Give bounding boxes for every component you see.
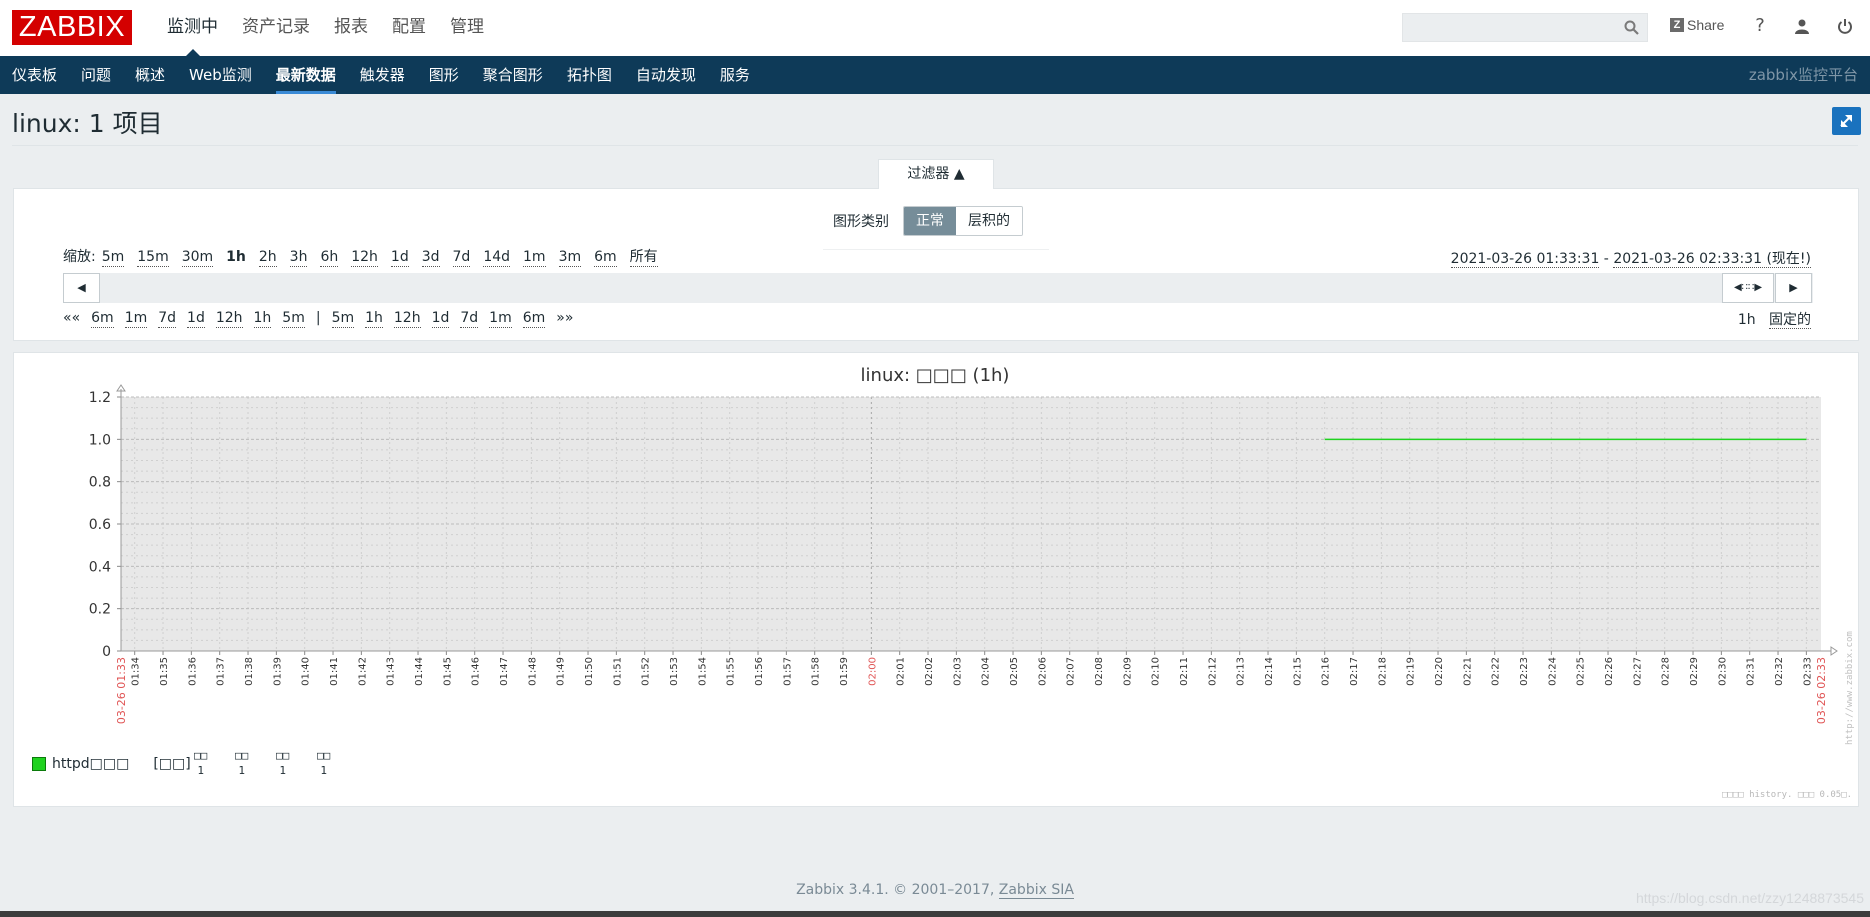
x-tick-label: 02:22 — [1491, 657, 1502, 686]
legend-stat-column: □□ 1 — [194, 748, 207, 778]
x-tick-label: 02:01 — [896, 657, 907, 686]
x-tick-label: 02:16 — [1321, 657, 1332, 686]
x-tick-label: 01:35 — [159, 657, 170, 686]
x-tick-label: 01:47 — [499, 657, 510, 686]
legend-item-name: httpd□□□ — [52, 756, 130, 772]
x-tick-label: 02:12 — [1207, 657, 1218, 686]
x-tick-label: 02:24 — [1547, 657, 1558, 686]
graph-footer-note: □□□□ history. □□□ 0.05□. — [1722, 790, 1853, 800]
x-tick-label: 02:08 — [1094, 657, 1105, 686]
y-tick-label: 0 — [102, 644, 111, 660]
stat-value: 1 — [279, 764, 286, 777]
x-tick-label: 02:23 — [1519, 657, 1530, 686]
x-tick-label: 01:52 — [641, 657, 652, 686]
x-tick-label: 02:21 — [1462, 657, 1473, 686]
x-tick-label: 01:43 — [386, 657, 397, 686]
x-tick-label: 01:59 — [839, 657, 850, 686]
x-tick-label: 01:51 — [612, 657, 623, 686]
x-tick-label: 01:40 — [301, 657, 312, 686]
footer-text: Zabbix 3.4.1. © 2001–2017, — [796, 882, 999, 898]
x-tick-label: 02:02 — [924, 657, 935, 686]
x-tick-label: 02:15 — [1292, 657, 1303, 686]
legend-stat-column: □□ 1 — [276, 748, 289, 778]
x-tick-label: 02:20 — [1434, 657, 1445, 686]
x-tick-label: 02:19 — [1406, 657, 1417, 686]
x-tick-label: 02:27 — [1632, 657, 1643, 686]
x-end-label: 03-26 02:33 — [1815, 657, 1828, 724]
x-tick-label: 02:00 — [867, 657, 878, 686]
x-tick-label: 02:32 — [1774, 657, 1785, 686]
graph-legend: httpd□□□ [□□] — [32, 756, 191, 772]
x-tick-label: 01:37 — [216, 657, 227, 686]
x-tick-label: 02:25 — [1576, 657, 1587, 686]
x-start-label: 03-26 01:33 — [115, 657, 128, 724]
csdn-watermark: https://blog.csdn.net/zzy1248873545 — [1635, 890, 1864, 906]
x-tick-label: 01:39 — [272, 657, 283, 686]
graph-chart[interactable]: 01:34 01:35 01:36 01:37 01:38 01:39 01:40 01:41… — [0, 0, 1870, 820]
y-tick-label: 0.6 — [89, 517, 111, 533]
x-tick-label: 02:07 — [1066, 657, 1077, 686]
x-tick-label: 02:30 — [1717, 657, 1728, 686]
x-tick-label: 02:28 — [1661, 657, 1672, 686]
x-tick-label: 01:58 — [811, 657, 822, 686]
x-tick-label: 01:50 — [584, 657, 595, 686]
x-tick-label: 01:34 — [131, 657, 142, 686]
x-tick-label: 02:13 — [1236, 657, 1247, 686]
stat-header: □□ — [317, 749, 331, 762]
stat-header: □□ — [276, 749, 290, 762]
x-tick-label: 01:54 — [697, 657, 708, 686]
x-tick-label: 01:57 — [782, 657, 793, 686]
y-tick-label: 0.2 — [89, 602, 111, 618]
footer-link[interactable]: Zabbix SIA — [998, 882, 1074, 899]
x-tick-label: 01:55 — [726, 657, 737, 686]
x-tick-label: 02:04 — [981, 657, 992, 686]
x-tick-label: 01:36 — [187, 657, 198, 686]
x-tick-label: 01:46 — [471, 657, 482, 686]
x-tick-label: 02:05 — [1009, 657, 1020, 686]
x-tick-label: 02:14 — [1264, 657, 1275, 686]
legend-function: [□□] — [153, 756, 191, 772]
legend-stat-column: □□ 1 — [317, 748, 330, 778]
x-tick-label: 01:48 — [527, 657, 538, 686]
x-tick-label: 01:56 — [754, 657, 765, 686]
y-tick-label: 1.0 — [89, 432, 111, 448]
x-tick-label: 02:10 — [1151, 657, 1162, 686]
stat-value: 1 — [197, 764, 204, 777]
x-tick-label: 01:44 — [414, 657, 425, 686]
x-tick-label: 02:18 — [1377, 657, 1388, 686]
x-tick-label: 02:33 — [1802, 657, 1813, 686]
x-tick-label: 02:09 — [1122, 657, 1133, 686]
bottom-bar — [0, 911, 1870, 917]
x-tick-label: 02:11 — [1179, 657, 1190, 686]
stat-header: □□ — [194, 749, 208, 762]
x-tick-label: 02:06 — [1037, 657, 1048, 686]
x-tick-label: 02:03 — [952, 657, 963, 686]
x-tick-label: 01:41 — [329, 657, 340, 686]
x-tick-label: 02:26 — [1604, 657, 1615, 686]
page-footer: Zabbix 3.4.1. © 2001–2017, Zabbix SIA — [0, 882, 1870, 899]
y-tick-label: 1.2 — [89, 390, 111, 406]
stat-header: □□ — [235, 749, 249, 762]
x-tick-label: 01:45 — [442, 657, 453, 686]
stat-value: 1 — [320, 764, 327, 777]
y-tick-label: 0.4 — [89, 559, 111, 575]
graph-watermark: http://www.zabbix.com — [1845, 631, 1855, 745]
x-tick-label: 01:42 — [357, 657, 368, 686]
y-tick-label: 0.8 — [89, 475, 111, 491]
x-tick-label: 01:49 — [556, 657, 567, 686]
legend-stat-column: □□ 1 — [235, 748, 248, 778]
x-tick-label: 01:53 — [669, 657, 680, 686]
legend-color-swatch — [32, 757, 46, 771]
stat-value: 1 — [238, 764, 245, 777]
x-axis-arrow — [1830, 646, 1838, 656]
x-tick-label: 02:31 — [1746, 657, 1757, 686]
x-tick-label: 02:29 — [1689, 657, 1700, 686]
x-tick-label: 02:17 — [1349, 657, 1360, 686]
x-tick-label: 01:38 — [244, 657, 255, 686]
